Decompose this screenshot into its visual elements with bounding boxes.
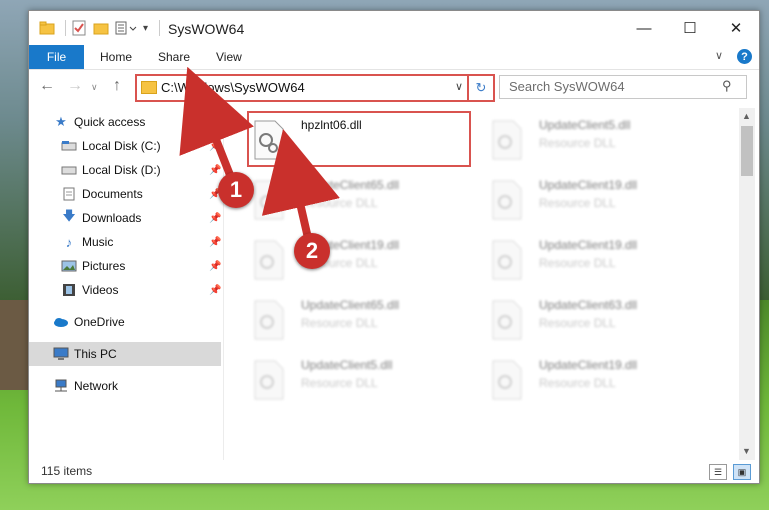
arrow-to-file	[261, 129, 340, 242]
callout-step-1: 1	[218, 172, 254, 208]
arrow-to-address-bar	[179, 66, 254, 184]
annotation-arrows	[179, 66, 340, 242]
callout-step-2: 2	[294, 233, 330, 269]
